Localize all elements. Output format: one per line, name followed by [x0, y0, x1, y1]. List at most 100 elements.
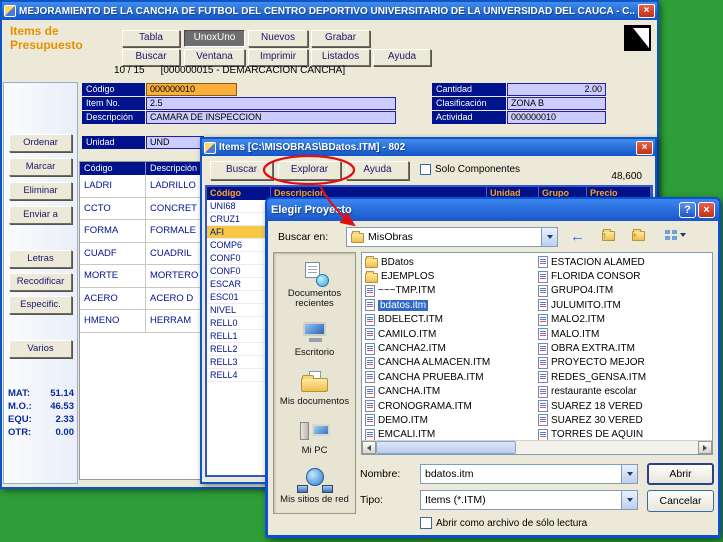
close-icon[interactable]: × — [698, 202, 715, 218]
list-item[interactable]: MALO2.ITM — [538, 313, 712, 327]
file-icon — [365, 313, 375, 326]
record-status: 10 / 15 [000000015 - DEMARCACION CANCHA] — [114, 65, 345, 76]
file-icon — [365, 385, 375, 398]
nuevos-button[interactable]: Nuevos — [248, 30, 308, 47]
unoxuno-button[interactable]: UnoxUno — [184, 30, 245, 47]
open-button[interactable]: Abrir — [647, 463, 714, 485]
close-icon[interactable]: × — [636, 140, 653, 155]
items-ayuda-button[interactable]: Ayuda — [346, 161, 409, 180]
list-item[interactable]: ~~~TMP.ITM — [365, 284, 537, 298]
grabar-button[interactable]: Grabar — [311, 30, 370, 47]
back-icon[interactable]: ← — [570, 229, 585, 244]
file-list-column-1: BDatos EJEMPLOS ~~~TMP.ITM bdatos.itm BD… — [365, 255, 537, 442]
new-folder-icon[interactable]: + — [632, 229, 645, 241]
readonly-checkbox[interactable] — [420, 517, 432, 529]
place-my-pc[interactable]: Mi PC — [277, 418, 353, 456]
ventana-button[interactable]: Ventana — [184, 49, 245, 66]
list-item[interactable]: DEMO.ITM — [365, 413, 537, 427]
listados-button[interactable]: Listados — [311, 49, 370, 66]
list-item[interactable]: CAMILO.ITM — [365, 327, 537, 341]
letras-button[interactable]: Letras — [9, 250, 72, 268]
descripcion-field[interactable]: CAMARA DE INSPECCION — [146, 111, 396, 124]
list-item[interactable]: REDES_GENSA.ITM — [538, 370, 712, 384]
especific-button[interactable]: Especific. — [9, 296, 72, 314]
items-buscar-button[interactable]: Buscar — [210, 161, 273, 180]
place-my-documents[interactable]: Mis documentos — [277, 369, 353, 407]
list-item[interactable]: CANCHA ALMACEN.ITM — [365, 356, 537, 370]
unidad-field[interactable]: UND — [146, 136, 204, 149]
desktop: MEJORAMIENTO DE LA CANCHA DE FUTBOL DEL … — [0, 0, 723, 542]
list-item[interactable]: GRUPO4.ITM — [538, 284, 712, 298]
list-item[interactable]: EJEMPLOS — [365, 269, 537, 283]
solo-componentes-checkbox[interactable] — [420, 164, 431, 175]
help-icon[interactable]: ? — [679, 202, 696, 218]
list-item[interactable]: CANCHA2.ITM — [365, 341, 537, 355]
solo-componentes-row: Solo Componentes — [420, 164, 520, 175]
list-item[interactable]: OBRA EXTRA.ITM — [538, 341, 712, 355]
close-icon[interactable]: × — [638, 4, 655, 18]
place-network[interactable]: Mis sitios de red — [277, 467, 353, 505]
filetype-combobox[interactable]: Items (*.ITM) — [420, 490, 638, 510]
file-icon — [538, 400, 548, 413]
eliminar-button[interactable]: Eliminar — [9, 182, 72, 200]
logo-black-box — [624, 25, 651, 51]
ordenar-button[interactable]: Ordenar — [9, 134, 72, 152]
horizontal-scrollbar[interactable] — [362, 440, 712, 454]
my-documents-icon — [297, 369, 333, 395]
dialog-title: Elegir Proyecto — [271, 204, 352, 216]
clasificacion-field[interactable]: ZONA B — [507, 97, 606, 110]
file-icon — [365, 342, 375, 355]
varios-button[interactable]: Varios — [9, 340, 72, 358]
list-item[interactable]: FLORIDA CONSOR — [538, 269, 712, 283]
filename-combobox[interactable]: bdatos.itm — [420, 464, 638, 484]
codigo-field[interactable]: 000000010 — [146, 83, 237, 96]
list-item[interactable]: MALO.ITM — [538, 327, 712, 341]
imprimir-button[interactable]: Imprimir — [248, 49, 308, 66]
list-item[interactable]: CRONOGRAMA.ITM — [365, 399, 537, 413]
list-item[interactable]: CANCHA.ITM — [365, 385, 537, 399]
actividad-field[interactable]: 000000010 — [507, 111, 606, 124]
list-item[interactable]: CANCHA PRUEBA.ITM — [365, 370, 537, 384]
col-header-codigo: Código — [80, 162, 146, 175]
file-icon — [538, 270, 548, 283]
look-in-combobox[interactable]: MisObras — [346, 227, 558, 247]
file-icon — [538, 356, 548, 369]
file-list[interactable]: BDatos EJEMPLOS ~~~TMP.ITM bdatos.itm BD… — [361, 252, 713, 455]
file-icon — [538, 328, 548, 341]
chevron-down-icon[interactable] — [621, 491, 637, 509]
views-menu-icon[interactable] — [664, 229, 686, 241]
place-desktop[interactable]: Escritorio — [277, 320, 353, 358]
chevron-down-icon[interactable] — [541, 228, 557, 246]
list-item[interactable]: PROYECTO MEJOR — [538, 356, 712, 370]
place-recent-documents[interactable]: Documentos recientes — [277, 261, 353, 309]
scroll-left-icon[interactable] — [362, 441, 376, 454]
enviar-a-button[interactable]: Enviar a — [9, 206, 72, 224]
list-item[interactable]: SUAREZ 30 VERED — [538, 413, 712, 427]
marcar-button[interactable]: Marcar — [9, 158, 72, 176]
ayuda-button[interactable]: Ayuda — [373, 49, 431, 66]
cancel-button[interactable]: Cancelar — [647, 490, 714, 512]
items-explorar-button[interactable]: Explorar — [278, 161, 341, 180]
readonly-row: Abrir como archivo de sólo lectura — [420, 517, 587, 529]
folder-icon — [365, 270, 378, 283]
list-item[interactable]: ESTACION ALAMED — [538, 255, 712, 269]
scroll-right-icon[interactable] — [698, 441, 712, 454]
list-item[interactable]: BDELECT.ITM — [365, 313, 537, 327]
cantidad-field[interactable]: 2.00 — [507, 83, 606, 96]
buscar-button[interactable]: Buscar — [122, 49, 180, 66]
list-item-selected[interactable]: bdatos.itm — [365, 298, 537, 312]
tabla-button[interactable]: Tabla — [122, 30, 180, 47]
list-item[interactable]: JULUMITO.ITM — [538, 298, 712, 312]
recodificar-button[interactable]: Recodificar — [9, 273, 72, 291]
item-no-field[interactable]: 2.5 — [146, 97, 396, 110]
up-folder-icon[interactable]: ↑ — [602, 229, 615, 241]
scrollbar-thumb[interactable] — [376, 441, 516, 454]
list-item[interactable]: SUAREZ 18 VERED — [538, 399, 712, 413]
chevron-down-icon[interactable] — [621, 465, 637, 483]
folder-icon — [351, 231, 364, 243]
left-sidebar: Ordenar Marcar Eliminar Enviar a Letras … — [3, 82, 78, 484]
list-item[interactable]: BDatos — [365, 255, 537, 269]
file-icon — [538, 284, 548, 297]
file-icon — [365, 284, 375, 297]
list-item[interactable]: restaurante escolar — [538, 385, 712, 399]
